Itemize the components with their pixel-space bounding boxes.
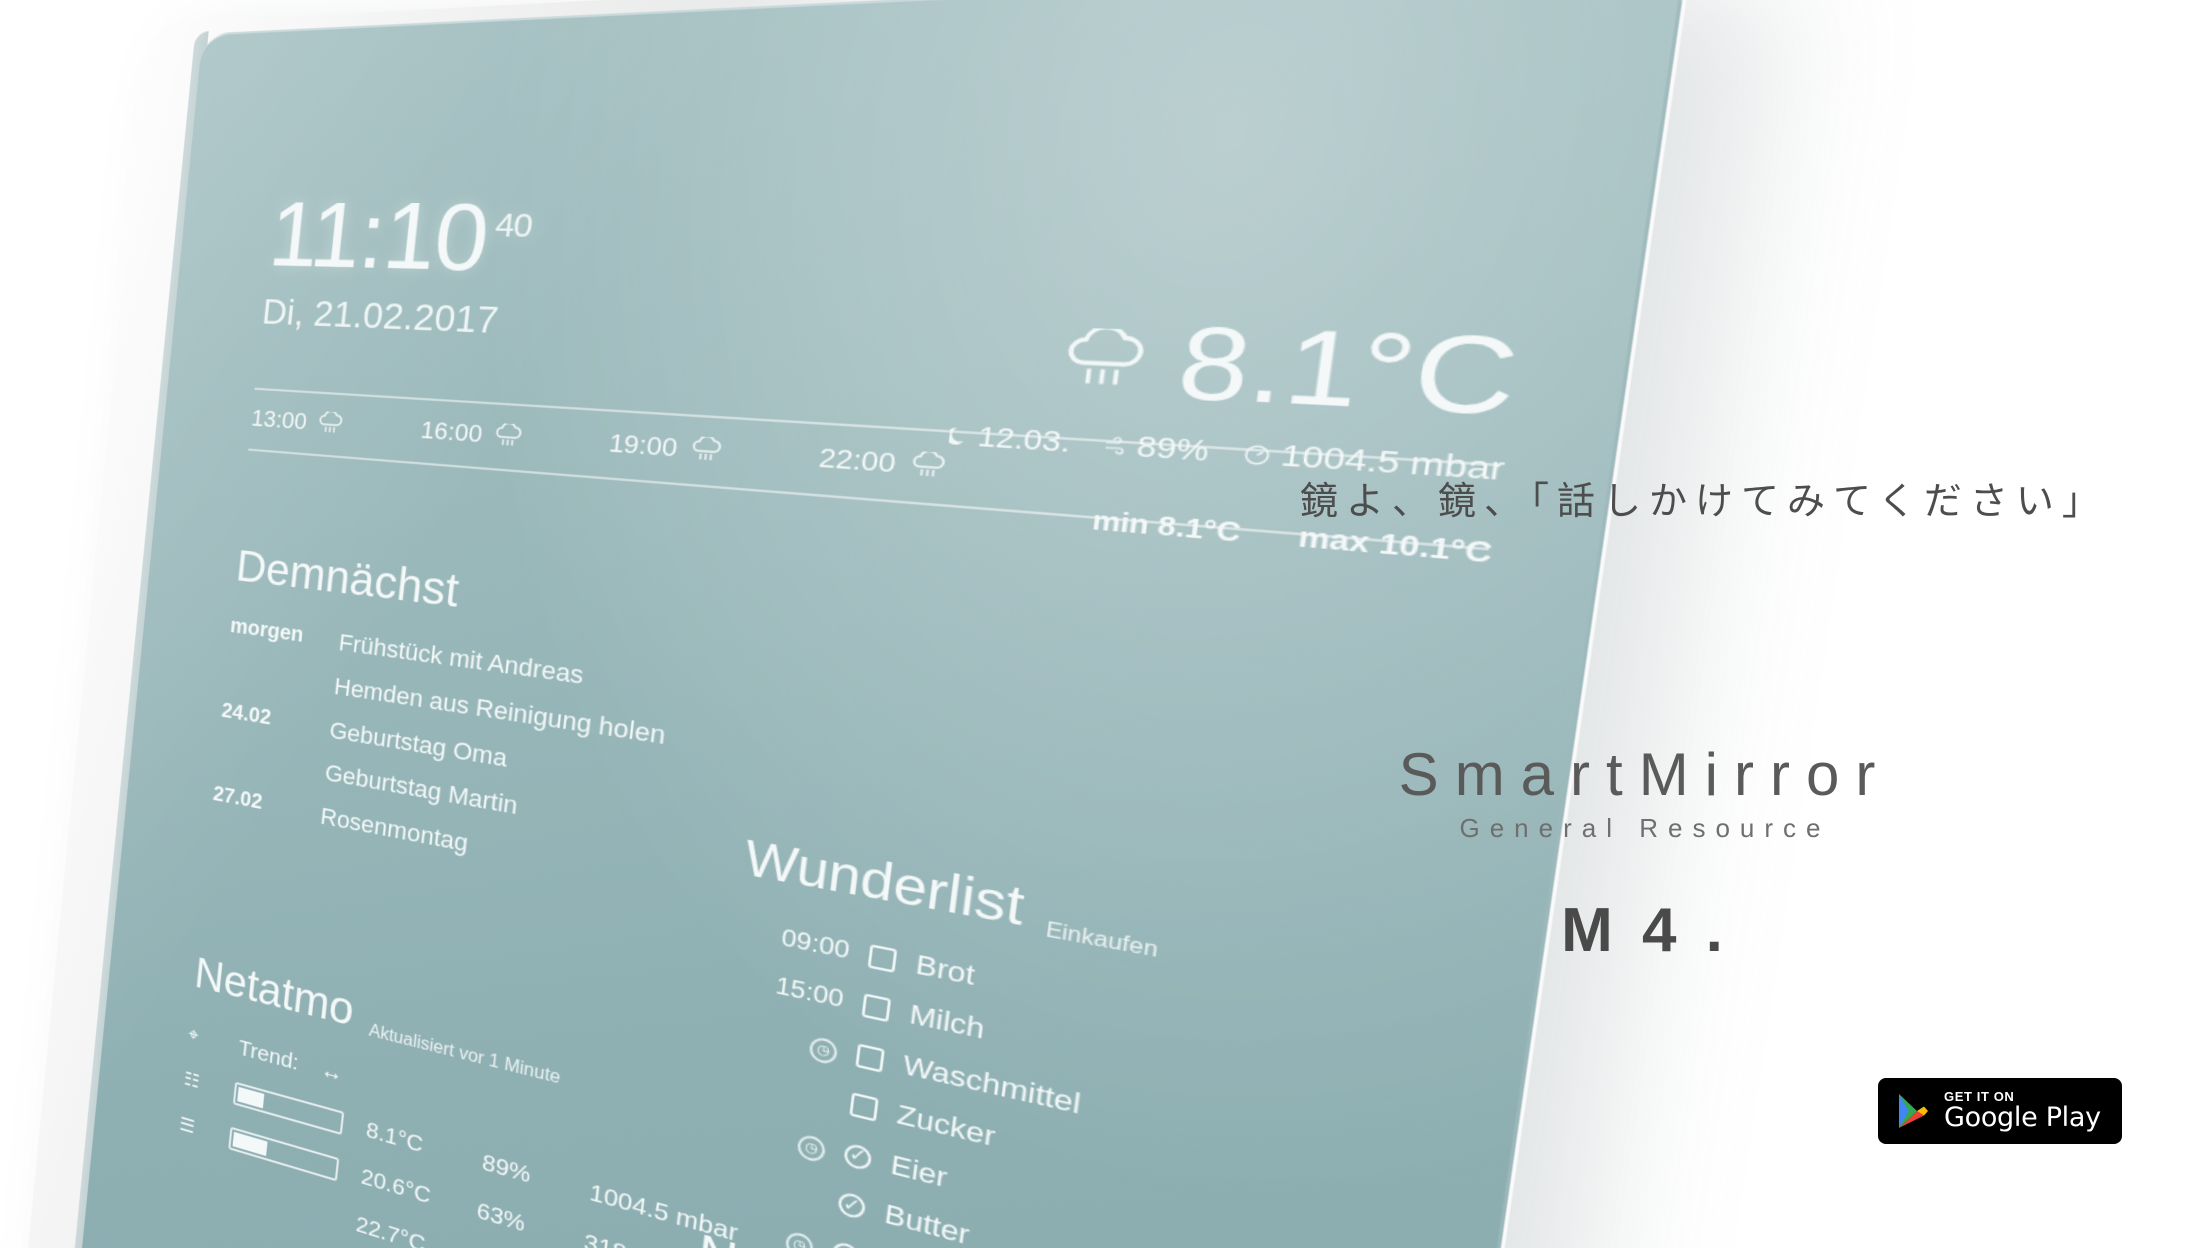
forecast-hour-label: 19:00 — [607, 427, 680, 463]
bedroom-icon: ☰ — [178, 1112, 196, 1138]
rain-cloud-icon — [1055, 327, 1155, 395]
checkbox-unchecked-icon[interactable] — [849, 1092, 879, 1122]
forecast-hour-item: 16:00 — [419, 415, 525, 451]
forecast-hour-label: 13:00 — [250, 404, 309, 435]
wunderlist-item-time — [708, 1168, 819, 1197]
forecast-hour-label: 16:00 — [419, 415, 484, 448]
current-temperature: 8.1°C — [1172, 305, 1527, 440]
brand-name: SmartMirror — [1398, 741, 1892, 808]
brand-block: SmartMirror General Resource — [1150, 740, 2140, 844]
rain-cloud-icon — [908, 450, 949, 481]
clock-circle-icon: ◷ — [796, 1132, 827, 1164]
page-root: 11:1040 Di, 21.02.2017 13:00 16:00 19:00… — [0, 0, 2200, 1248]
forecast-hour-item: 13:00 — [250, 404, 345, 438]
brand-subtitle: General Resource — [1459, 813, 1831, 843]
smart-mirror-device: 11:1040 Di, 21.02.2017 13:00 16:00 19:00… — [19, 0, 1695, 1248]
wind-icon — [1104, 436, 1129, 456]
checkbox-unchecked-icon[interactable] — [861, 993, 892, 1023]
clock-circle-icon: ◷ — [808, 1035, 839, 1066]
forecast-hour-item: 19:00 — [607, 428, 725, 467]
rain-cloud-icon — [688, 436, 724, 465]
livingroom-icon: ☷ — [183, 1068, 201, 1093]
forecast-hour-label: 22:00 — [817, 441, 898, 479]
checkbox-checked-icon[interactable]: ✓ — [837, 1190, 867, 1221]
checkbox-unchecked-icon[interactable] — [855, 1043, 885, 1073]
mirror-glass: 11:1040 Di, 21.02.2017 13:00 16:00 19:00… — [71, 0, 1689, 1248]
clock-circle-icon: ◷ — [784, 1229, 815, 1248]
humidity-value: 89% — [1134, 429, 1211, 468]
clock-time: 11:1040 — [265, 182, 534, 292]
clock-seconds: 40 — [493, 207, 534, 246]
gauge-icon — [1244, 443, 1272, 465]
wunderlist-subtitle: Einkaufen — [1044, 919, 1160, 963]
sunset-value: 12.03. — [975, 420, 1073, 459]
badge-big-text: Google Play — [1944, 1101, 2101, 1133]
humidity-detail: 89% — [1103, 428, 1211, 469]
netatmo-trend-arrow: ↔ — [319, 1057, 345, 1088]
model-label: M 4 . — [1561, 896, 1729, 965]
bedroom-icon — [173, 1149, 205, 1196]
checkbox-checked-icon[interactable]: ✓ — [831, 1239, 861, 1248]
checkbox-unchecked-icon[interactable] — [867, 943, 898, 973]
forecast-hour-item: 22:00 — [817, 442, 949, 484]
google-play-badge[interactable]: GET IT ON Google Play — [1878, 1078, 2122, 1144]
rain-cloud-icon — [492, 422, 525, 449]
outdoor-pin-icon: ⌖ — [187, 1023, 200, 1047]
rain-cloud-icon — [316, 411, 345, 437]
sunset-detail: 12.03. — [948, 419, 1073, 460]
weather-max: max 10.1°C — [1296, 522, 1495, 570]
wunderlist-item-time — [719, 1073, 831, 1100]
weather-min: min 8.1°C — [1090, 506, 1243, 549]
google-play-logo-icon — [1899, 1094, 1928, 1128]
weather-temp-row: 8.1°C — [954, 305, 1527, 440]
checkbox-checked-icon[interactable]: ✓ — [843, 1141, 873, 1172]
current-weather-widget: 8.1°C 12.03. 89% 1004.5 mbar min 8.1°C m… — [939, 305, 1527, 571]
moon-icon — [948, 426, 966, 445]
google-play-text: GET IT ON Google Play — [1944, 1090, 2101, 1132]
japanese-tagline: 鏡よ、鏡、「話しかけてみてください」 — [1300, 479, 2108, 523]
mirror-screen: 11:1040 Di, 21.02.2017 13:00 16:00 19:00… — [71, 0, 1687, 1248]
